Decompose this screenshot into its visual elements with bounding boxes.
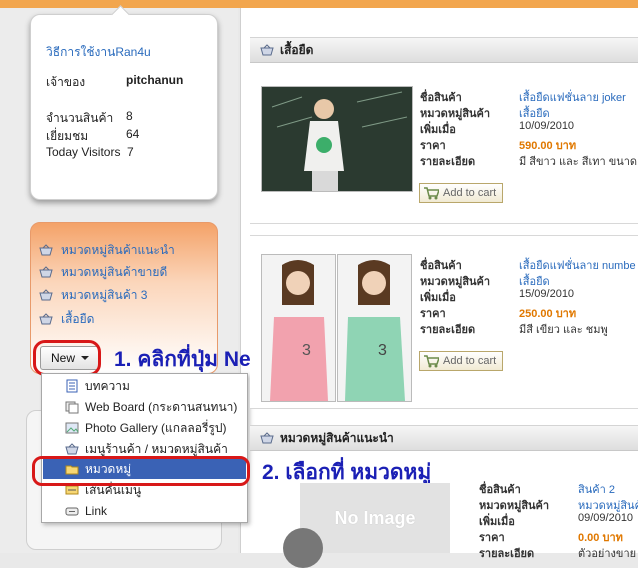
product-image-2a[interactable]: 3 [261, 254, 336, 402]
add-to-cart-label: Add to cart [443, 355, 497, 367]
section-title: เสื้อยืด [280, 42, 314, 57]
product-added-date: 15/09/2010 [519, 288, 575, 300]
visits-value: 64 [126, 127, 140, 141]
model-photo-icon [262, 87, 412, 191]
category-label: เสื้อยืด [61, 311, 95, 326]
svg-text:3: 3 [302, 342, 311, 359]
link-icon [65, 507, 79, 516]
cart-icon [424, 355, 439, 368]
category-label: หมวดหมู่สินค้าขายดี [61, 264, 168, 279]
model-photo-icon: 3 [262, 255, 335, 401]
cart-icon [424, 187, 439, 200]
category-3[interactable]: หมวดหมู่สินค้า 3 [39, 286, 147, 304]
product-added-date: 10/09/2010 [519, 120, 575, 132]
menu-item-webboard[interactable]: Web Board (กระดานสนทนา) [43, 397, 246, 417]
category-label: หมวดหมู่สินค้า 3 [61, 287, 148, 302]
basket-icon [39, 266, 53, 278]
menu-item-link[interactable]: Link [43, 501, 246, 521]
shop-title-link[interactable]: วิธีการใช้งานRan4u [46, 43, 151, 62]
basket-icon [65, 443, 79, 455]
model-photo-icon: 3 [338, 255, 411, 401]
product-image-2b[interactable]: 3 [337, 254, 412, 402]
section-title: หมวดหมู่สินค้าแนะนำ [280, 430, 394, 445]
product-detail: ตัวอย่างขาย [578, 548, 637, 560]
scroll-decoration [283, 528, 323, 568]
today-visitors-label: Today Visitors [46, 145, 121, 159]
basket-icon [260, 44, 274, 56]
basket-icon [260, 432, 274, 444]
detail-label: รายละเอียด [479, 548, 535, 560]
menu-item-label: Web Board (กระดานสนทนา) [85, 399, 238, 414]
product-image-1[interactable] [261, 86, 413, 192]
menu-item-photo-gallery[interactable]: Photo Gallery (แกลลอรี่รูป) [43, 418, 246, 438]
basket-icon [39, 244, 53, 256]
menu-item-label: บทความ [85, 378, 130, 393]
menu-item-article[interactable]: บทความ [43, 376, 246, 396]
basket-icon [39, 289, 53, 301]
webboard-icon [65, 401, 79, 414]
section-header-tshirt: เสื้อยืด [250, 37, 638, 63]
category-label: หมวดหมู่สินค้าแนะนำ [61, 242, 175, 257]
today-visitors-value: 7 [127, 145, 134, 159]
top-accent-strip [0, 0, 638, 8]
detail-label: รายละเอียด [420, 156, 476, 168]
category-recommended[interactable]: หมวดหมู่สินค้าแนะนำ [39, 241, 175, 259]
products-count-value: 8 [126, 109, 133, 123]
visits-label: เยี่ยมชม [46, 129, 89, 143]
category-tshirt[interactable]: เสื้อยืด [39, 310, 94, 328]
product-detail: มี สีขาว และ สีเทา ขนาด [519, 156, 638, 168]
product-added-date: 09/09/2010 [578, 512, 634, 524]
menu-item-label: Link [85, 504, 108, 518]
owner-label: เจ้าของ [46, 75, 86, 89]
svg-text:3: 3 [378, 342, 387, 359]
product-detail: มีสี เขียว และ ชมพู [519, 324, 608, 336]
detail-label: รายละเอียด [420, 324, 476, 336]
annotation-step-1: 1. คลิกที่ปุ่ม New [114, 348, 268, 371]
basket-icon [39, 313, 53, 325]
category-bestseller[interactable]: หมวดหมู่สินค้าขายดี [39, 263, 167, 281]
product-image-placeholder[interactable]: No Image [300, 483, 450, 553]
gallery-icon [65, 422, 79, 434]
menu-item-label: Photo Gallery (แกลลอรี่รูป) [85, 420, 227, 435]
new-dropdown-menu: บทความ Web Board (กระดานสนทนา) Photo Gal… [41, 373, 248, 523]
highlight-ring-new-button [33, 340, 101, 376]
highlight-ring-category-item [32, 456, 250, 486]
document-icon [66, 379, 78, 393]
add-to-cart-label: Add to cart [443, 187, 497, 199]
section-header-recommended: หมวดหมู่สินค้าแนะนำ [250, 425, 638, 451]
products-count-label: จำนวนสินค้า [46, 111, 114, 125]
owner-value: pitchanun [126, 73, 184, 87]
add-to-cart-button[interactable]: Add to cart [419, 183, 503, 203]
add-to-cart-button[interactable]: Add to cart [419, 351, 503, 371]
shop-info-box: วิธีการใช้งานRan4u เจ้าของ pitchanun จำน… [30, 5, 218, 200]
